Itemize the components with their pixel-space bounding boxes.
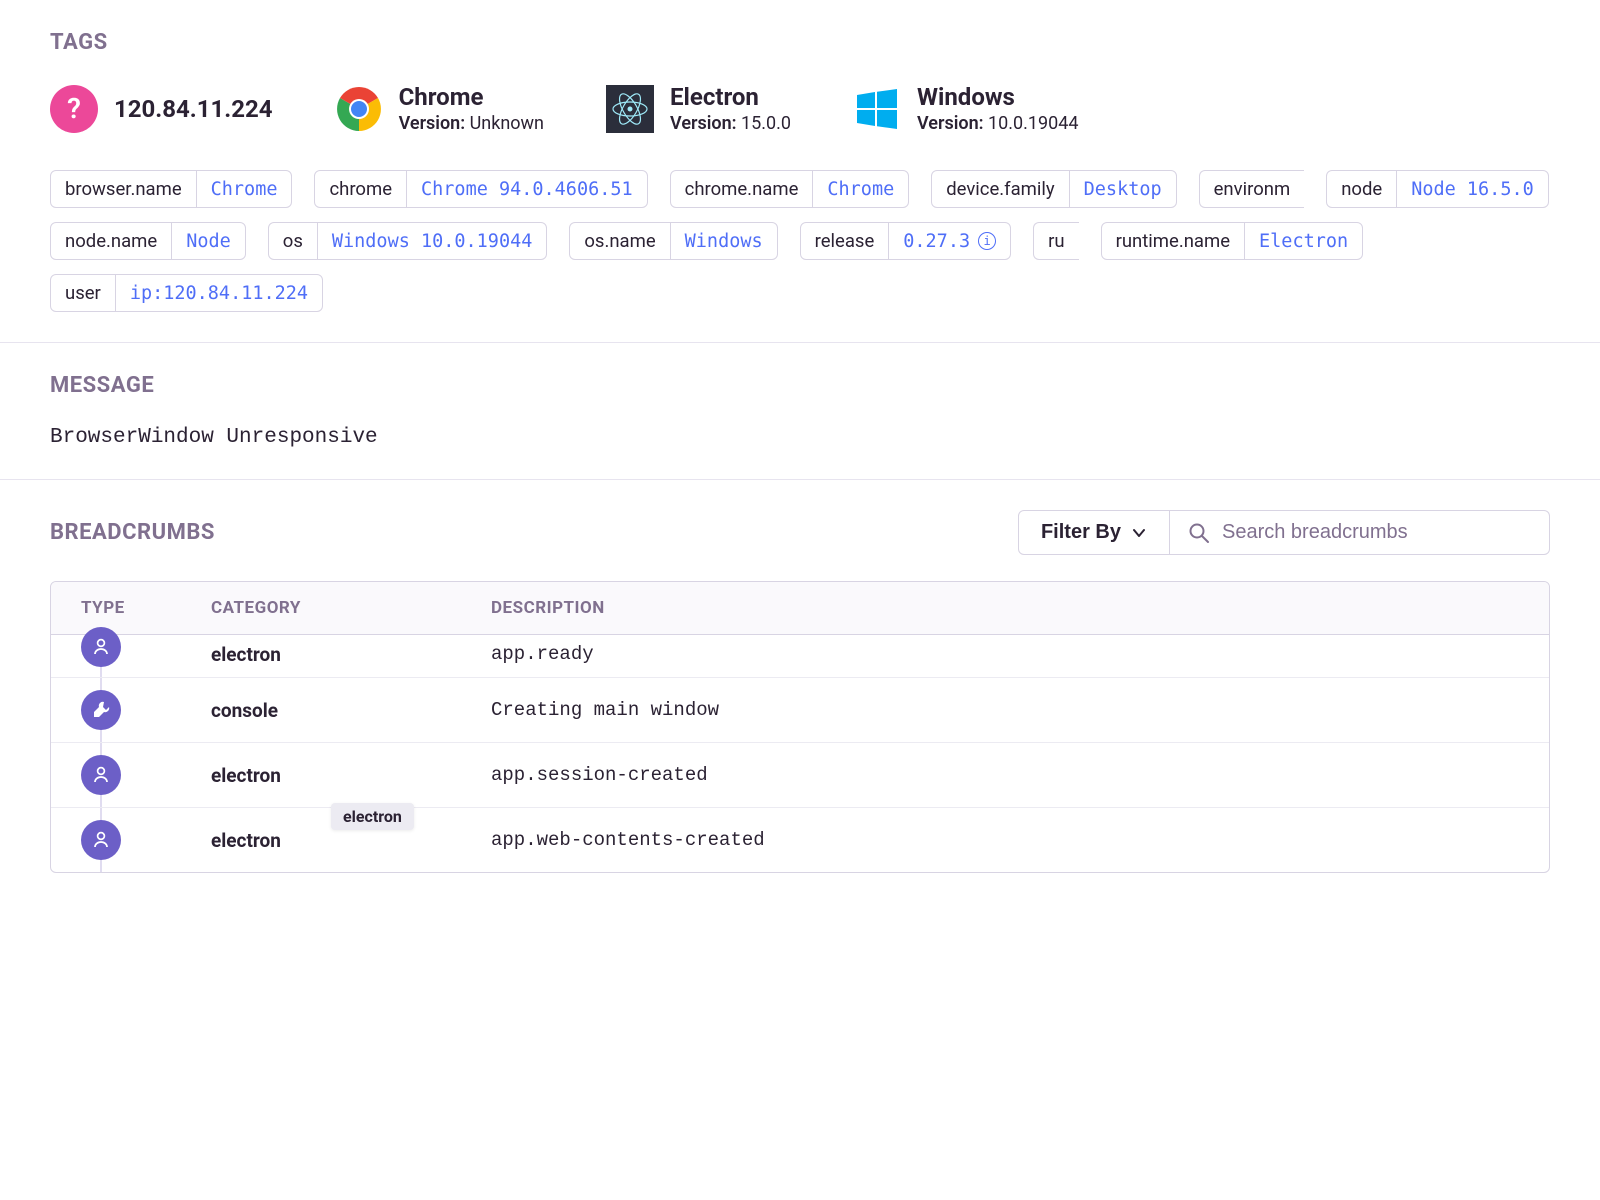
tag-key: ru — [1034, 223, 1078, 259]
tag-key: device.family — [932, 171, 1068, 207]
user-icon — [81, 755, 121, 795]
tag-pill[interactable]: chrome.nameChrome — [670, 170, 910, 208]
tag-key: node — [1327, 171, 1396, 207]
tag-value: Electron — [1244, 223, 1362, 259]
tag-key: runtime.name — [1102, 223, 1244, 259]
question-icon: ? — [50, 85, 98, 133]
tag-pills: browser.nameChromechromeChrome 94.0.4606… — [50, 170, 1550, 312]
tag-pill[interactable]: browser.nameChrome — [50, 170, 292, 208]
tag-chrome-name: Chrome — [399, 83, 544, 111]
filter-controls: Filter By — [1018, 510, 1550, 555]
tag-value: Desktop — [1069, 171, 1176, 207]
tag-pill[interactable]: node.nameNode — [50, 222, 246, 260]
tag-key: user — [51, 275, 115, 311]
breadcrumb-description: app.web-contents-created — [491, 829, 1549, 851]
tag-ip-value: 120.84.11.224 — [114, 95, 273, 123]
breadcrumb-category: electronelectron — [211, 829, 491, 852]
tag-electron-item[interactable]: Electron Version: 15.0.0 — [606, 83, 791, 134]
info-icon[interactable]: i — [978, 232, 996, 250]
tooltip: electron — [331, 803, 414, 830]
electron-icon — [606, 85, 654, 133]
tag-value: Windows 10.0.19044 — [317, 223, 546, 259]
breadcrumb-description: app.session-created — [491, 764, 1549, 786]
tag-icons-row: ? 120.84.11.224 Chrome Version: — [50, 83, 1550, 134]
tag-key: node.name — [51, 223, 171, 259]
version-label: Version: — [670, 113, 737, 134]
breadcrumb-description: app.ready — [491, 643, 1549, 665]
tag-key: browser.name — [51, 171, 196, 207]
tag-chrome-version: Unknown — [470, 113, 544, 134]
tags-title: TAGS — [50, 30, 1550, 55]
tag-ip-item[interactable]: ? 120.84.11.224 — [50, 85, 273, 133]
breadcrumb-row[interactable]: electronapp.ready — [51, 635, 1549, 678]
tag-key: chrome — [315, 171, 406, 207]
breadcrumb-category: electron — [211, 643, 491, 666]
breadcrumb-category: console — [211, 699, 491, 722]
tag-key: environm — [1200, 171, 1305, 207]
wrench-icon — [81, 690, 121, 730]
tag-value: Windows — [670, 223, 777, 259]
search-input[interactable] — [1222, 521, 1531, 544]
filter-by-label: Filter By — [1041, 521, 1121, 544]
message-title: MESSAGE — [50, 373, 1550, 398]
filter-by-button[interactable]: Filter By — [1018, 510, 1170, 555]
tag-value: Chrome — [812, 171, 908, 207]
tag-pill[interactable]: device.familyDesktop — [931, 170, 1176, 208]
tag-pill[interactable]: userip:120.84.11.224 — [50, 274, 323, 312]
version-label: Version: — [399, 113, 466, 134]
tag-pill[interactable]: runtime.nameElectron — [1101, 222, 1364, 260]
chrome-icon — [335, 85, 383, 133]
tags-section: TAGS ? 120.84.11.224 — [0, 0, 1600, 343]
header-description: DESCRIPTION — [491, 598, 1549, 618]
breadcrumb-description: Creating main window — [491, 699, 1549, 721]
breadcrumb-row[interactable]: consoleCreating main window — [51, 678, 1549, 743]
user-icon — [81, 627, 121, 667]
chevron-down-icon — [1131, 525, 1147, 541]
tag-pill[interactable]: release0.27.3i — [800, 222, 1011, 260]
search-icon — [1188, 522, 1210, 544]
tag-electron-version: 15.0.0 — [741, 113, 791, 134]
message-text: BrowserWindow Unresponsive — [50, 426, 1550, 449]
tag-value: Node — [171, 223, 245, 259]
tag-windows-version: 10.0.19044 — [988, 113, 1078, 134]
user-icon — [81, 820, 121, 860]
tag-windows-name: Windows — [917, 83, 1078, 111]
breadcrumbs-section: BREADCRUMBS Filter By TYPE CATEGORY DESC… — [0, 480, 1600, 903]
version-label: Version: — [917, 113, 984, 134]
header-category: CATEGORY — [211, 598, 491, 618]
message-section: MESSAGE BrowserWindow Unresponsive — [0, 343, 1600, 480]
tag-pill[interactable]: nodeNode 16.5.0 — [1326, 170, 1549, 208]
tag-value: 0.27.3i — [888, 223, 1010, 259]
tag-pill[interactable]: chromeChrome 94.0.4606.51 — [314, 170, 647, 208]
tag-chrome-item[interactable]: Chrome Version: Unknown — [335, 83, 544, 134]
header-type: TYPE — [81, 598, 211, 618]
breadcrumbs-title: BREADCRUMBS — [50, 520, 215, 545]
breadcrumbs-table: TYPE CATEGORY DESCRIPTION electronapp.re… — [50, 581, 1550, 873]
tag-value: Node 16.5.0 — [1396, 171, 1548, 207]
tag-key: os — [269, 223, 317, 259]
tag-key: chrome.name — [671, 171, 813, 207]
tag-pill[interactable]: environm — [1199, 170, 1305, 208]
tag-value: Chrome — [196, 171, 292, 207]
breadcrumbs-table-header: TYPE CATEGORY DESCRIPTION — [51, 582, 1549, 635]
tag-key: release — [801, 223, 889, 259]
tag-value: ip:120.84.11.224 — [115, 275, 322, 311]
breadcrumb-row[interactable]: electronapp.session-created — [51, 743, 1549, 808]
tag-key: os.name — [570, 223, 669, 259]
breadcrumb-row[interactable]: electronelectronapp.web-contents-created — [51, 808, 1549, 872]
tag-windows-item[interactable]: Windows Version: 10.0.19044 — [853, 83, 1078, 134]
tag-pill[interactable]: ru — [1033, 222, 1078, 260]
tag-value: Chrome 94.0.4606.51 — [406, 171, 647, 207]
breadcrumb-category: electron — [211, 764, 491, 787]
tag-pill[interactable]: os.nameWindows — [569, 222, 777, 260]
tag-electron-name: Electron — [670, 83, 791, 111]
search-box[interactable] — [1170, 510, 1550, 555]
tag-pill[interactable]: osWindows 10.0.19044 — [268, 222, 548, 260]
windows-icon — [853, 85, 901, 133]
